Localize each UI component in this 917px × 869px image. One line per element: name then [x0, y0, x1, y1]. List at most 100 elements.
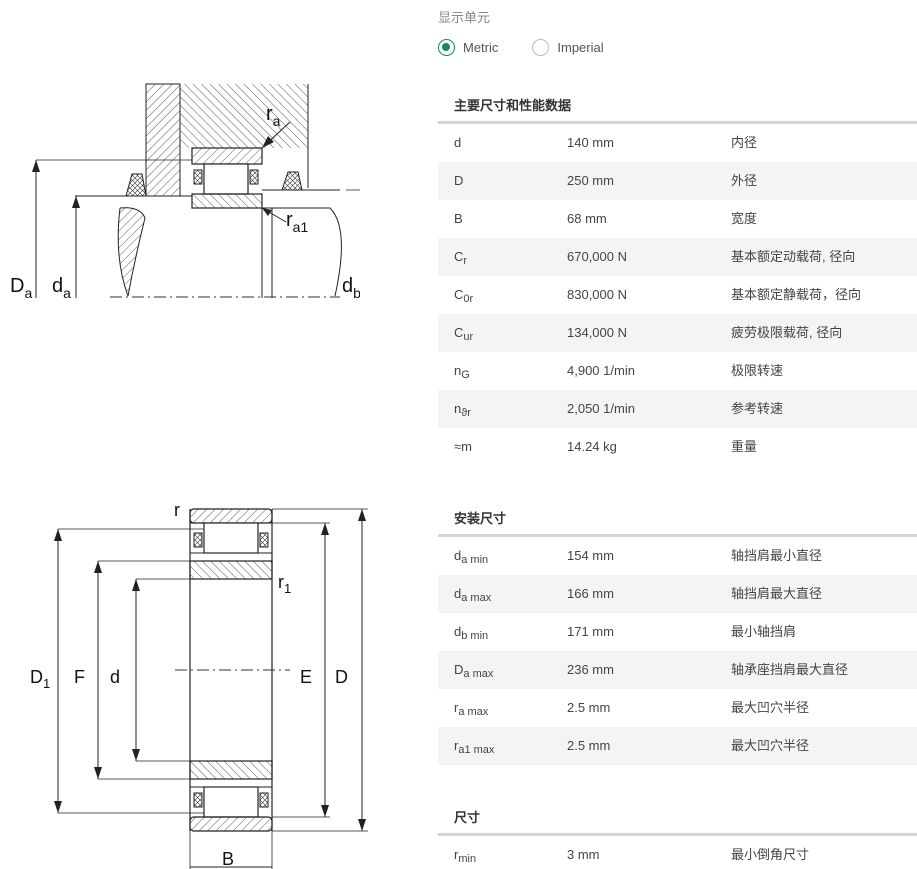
main-dimensions-table: d 140 mm 内径 D 250 mm 外径 B 68 mm 宽度 Cr 670,000 N 基本额… — [438, 124, 917, 466]
parameter-symbol: ≈m — [438, 428, 567, 466]
table-row: Cr 670,000 N 基本额定动载荷, 径向 — [438, 238, 917, 276]
label-Da: Da — [10, 275, 32, 301]
symbol-subscript: a max — [458, 706, 489, 718]
parameter-value: 14.24 kg — [567, 439, 617, 454]
label-E: E — [300, 667, 312, 687]
symbol-subscript: b min — [461, 630, 489, 642]
unit-selector-label: 显示单元 — [438, 10, 491, 25]
symbol-main: D — [454, 662, 464, 677]
parameter-symbol: nG — [438, 352, 567, 390]
symbol-subscript: r — [463, 255, 468, 267]
parameter-symbol: da max — [438, 575, 567, 613]
section-title: 安装尺寸 — [438, 501, 917, 537]
symbol-subscript: a min — [461, 554, 489, 566]
symbol-subscript: 0r — [463, 293, 474, 305]
symbol-subscript: G — [461, 369, 470, 381]
symbol-subscript: ϑr — [461, 407, 471, 419]
parameter-symbol: nϑr — [438, 390, 567, 428]
parameter-symbol: Cr — [438, 238, 567, 276]
parameter-value: 830,000 N — [567, 287, 627, 302]
table-row: da max 166 mm 轴挡肩最大直径 — [438, 575, 917, 613]
parameter-description: 最小轴挡肩 — [731, 624, 797, 639]
section-title: 主要尺寸和性能数据 — [438, 88, 917, 124]
table-row: B 68 mm 宽度 — [438, 200, 917, 238]
metric-option[interactable]: Metric — [438, 38, 499, 56]
parameter-value: 250 mm — [567, 173, 614, 188]
dimensions-section: 尺寸 rmin 3 mm 最小倒角尺寸 — [438, 800, 917, 869]
symbol-subscript: a max — [463, 668, 494, 680]
label-r: r — [174, 500, 180, 520]
label-da: da — [52, 275, 71, 301]
symbol-main: C — [454, 325, 464, 340]
parameter-symbol: D — [438, 162, 567, 200]
parameter-symbol: B — [438, 200, 567, 238]
table-row: da min 154 mm 轴挡肩最小直径 — [438, 537, 917, 575]
parameter-value: 140 mm — [567, 135, 614, 150]
parameter-symbol: ra1 max — [438, 727, 567, 765]
parameter-value: 2.5 mm — [567, 700, 611, 715]
parameter-description: 外径 — [731, 173, 758, 188]
metric-radio[interactable] — [438, 38, 455, 56]
symbol-main: B — [454, 211, 463, 226]
parameter-symbol: da min — [438, 537, 567, 575]
parameter-description: 疲劳极限载荷, 径向 — [731, 325, 843, 340]
unit-radio-group: Metric Imperial — [438, 36, 908, 58]
parameter-value: 2.5 mm — [567, 738, 611, 753]
symbol-main: d — [454, 135, 462, 150]
label-F: F — [74, 667, 85, 687]
parameter-symbol: C0r — [438, 276, 567, 314]
imperial-option[interactable]: Imperial — [532, 38, 604, 56]
imperial-label: Imperial — [557, 39, 604, 55]
parameter-value: 171 mm — [567, 624, 614, 639]
parameter-symbol: db min — [438, 613, 567, 651]
table-row: ra max 2.5 mm 最大凹穴半径 — [438, 689, 917, 727]
table-row: ra1 max 2.5 mm 最大凹穴半径 — [438, 727, 917, 765]
bearing-cross-section: r r1 D1 F d E D B — [0, 495, 420, 869]
mounting-dimensions-section: 安装尺寸 da min 154 mm 轴挡肩最小直径 da max 166 mm 轴挡肩最… — [438, 501, 917, 765]
parameter-value: 2,050 1/min — [567, 401, 635, 416]
mounting-dimensions-table: da min 154 mm 轴挡肩最小直径 da max 166 mm 轴挡肩最大直径 db… — [438, 537, 917, 765]
table-row: d 140 mm 内径 — [438, 124, 917, 162]
table-row: nϑr 2,050 1/min 参考转速 — [438, 390, 917, 428]
table-row: nG 4,900 1/min 极限转速 — [438, 352, 917, 390]
parameter-value: 670,000 N — [567, 249, 627, 264]
parameter-description: 内径 — [731, 135, 758, 150]
symbol-main: D — [454, 173, 464, 188]
label-d: d — [110, 667, 120, 687]
parameter-description: 重量 — [731, 439, 758, 454]
unit-selector: 显示单元 Metric Imperial — [438, 8, 908, 58]
parameter-value: 154 mm — [567, 548, 614, 563]
label-ra1: ra1 — [286, 209, 308, 235]
symbol-subscript: ur — [463, 331, 474, 343]
symbol-subscript: a1 max — [458, 744, 495, 756]
parameter-value: 236 mm — [567, 662, 614, 677]
symbol-main: C — [454, 249, 464, 264]
parameter-description: 轴挡肩最大直径 — [731, 586, 823, 601]
section-title: 尺寸 — [438, 800, 917, 836]
parameter-description: 极限转速 — [731, 363, 784, 378]
dimensions-table: rmin 3 mm 最小倒角尺寸 — [438, 836, 917, 869]
parameter-value: 68 mm — [567, 211, 607, 226]
parameter-description: 最大凹穴半径 — [731, 700, 810, 715]
parameter-symbol: d — [438, 124, 567, 162]
label-r1: r1 — [278, 572, 291, 596]
symbol-subscript: min — [458, 853, 477, 865]
label-D: D — [335, 667, 348, 687]
parameter-value: 3 mm — [567, 847, 600, 862]
symbol-main: C — [454, 287, 464, 302]
parameter-symbol: Cur — [438, 314, 567, 352]
metric-label: Metric — [463, 39, 499, 55]
imperial-radio[interactable] — [532, 38, 550, 56]
symbol-subscript: a max — [461, 592, 492, 604]
parameter-value: 166 mm — [567, 586, 614, 601]
label-B: B — [222, 849, 234, 869]
label-db: db — [342, 275, 360, 301]
table-row: D 250 mm 外径 — [438, 162, 917, 200]
parameter-value: 134,000 N — [567, 325, 627, 340]
parameter-description: 轴承座挡肩最大直径 — [731, 662, 849, 677]
parameter-description: 参考转速 — [731, 401, 784, 416]
parameter-symbol: ra max — [438, 689, 567, 727]
table-row: Cur 134,000 N 疲劳极限载荷, 径向 — [438, 314, 917, 352]
parameter-description: 宽度 — [731, 211, 758, 226]
table-row: ≈m 14.24 kg 重量 — [438, 428, 917, 466]
